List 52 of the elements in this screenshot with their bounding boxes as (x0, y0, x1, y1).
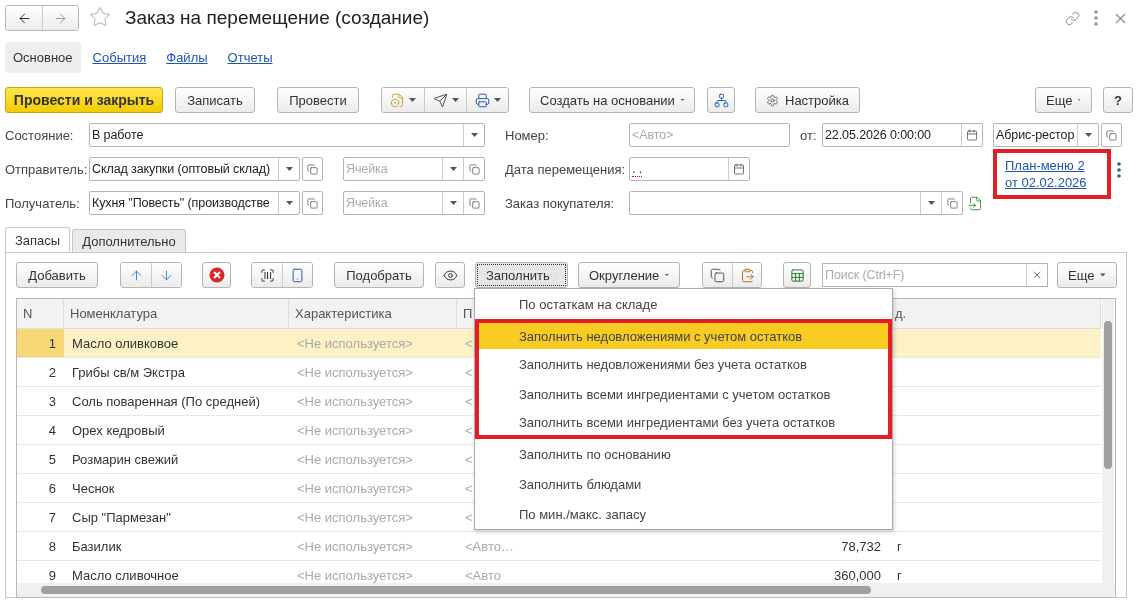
table-cell: Розмарин свежий (72, 451, 179, 467)
table-cell: 9 (48, 567, 56, 583)
table-cell: <Авто (465, 567, 501, 583)
table-cell: < (465, 451, 473, 467)
table-cell: < (465, 422, 473, 438)
column-header: д. (889, 299, 1101, 328)
field-label: Отправитель: (5, 161, 89, 177)
table-cell: 5 (48, 451, 56, 467)
column-header: N (17, 299, 64, 328)
table-cell: < (465, 335, 473, 351)
table-cell: Орех кедровый (72, 422, 165, 438)
table-cell: г (897, 567, 902, 583)
table-cell: <Не используется> (297, 480, 413, 496)
table-cell: 78,732 (841, 538, 881, 554)
column-header: Характеристика (289, 299, 457, 328)
table-cell: Масло оливковое (72, 335, 179, 351)
table-cell: <Не используется> (297, 393, 413, 409)
field-label: Заказ покупателя: (505, 195, 616, 211)
table-cell: 4 (48, 422, 56, 438)
field-label: от: (800, 127, 818, 143)
field-label: Состояние: (5, 127, 75, 143)
table-cell: <Авто… (465, 538, 514, 554)
table-cell: Соль поваренная (По средней) (72, 393, 261, 409)
table-cell: 6 (48, 480, 56, 496)
table-cell: <Не используется> (297, 364, 413, 380)
table-cell: <Не используется> (297, 451, 413, 467)
table-cell: < (465, 364, 473, 380)
table-cell: 7 (48, 509, 56, 525)
table-cell: 2 (48, 364, 56, 380)
table-cell: 1 (48, 335, 56, 351)
table-cell: Грибы св/м Экстра (72, 364, 185, 380)
column-header: Номенклатура (64, 299, 289, 328)
field-label: Получатель: (5, 195, 81, 211)
table-cell: 3 (48, 393, 56, 409)
table-cell: Базилик (72, 538, 122, 554)
field-label: Номер: (505, 127, 550, 143)
table-cell: <Не используется> (297, 422, 413, 438)
table-cell: 360,000 (834, 567, 881, 583)
field-label: Дата перемещения: (505, 161, 627, 177)
table-cell: 8 (48, 538, 56, 554)
table-cell: < (465, 393, 473, 409)
table-cell: г (897, 538, 902, 554)
table-cell: < (465, 509, 473, 525)
table-cell: <Не используется> (297, 538, 413, 554)
table-cell: Масло сливочное (72, 567, 179, 583)
window-title: Заказ на перемещение (создание) (125, 7, 430, 29)
table-cell: Сыр "Пармезан" (72, 509, 171, 525)
table-cell: <Не используется> (297, 335, 413, 351)
table-cell: < (465, 480, 473, 496)
table-cell: <Не используется> (297, 509, 413, 525)
table-cell: <Не используется> (297, 567, 413, 583)
table-cell: Чеснок (72, 480, 115, 496)
